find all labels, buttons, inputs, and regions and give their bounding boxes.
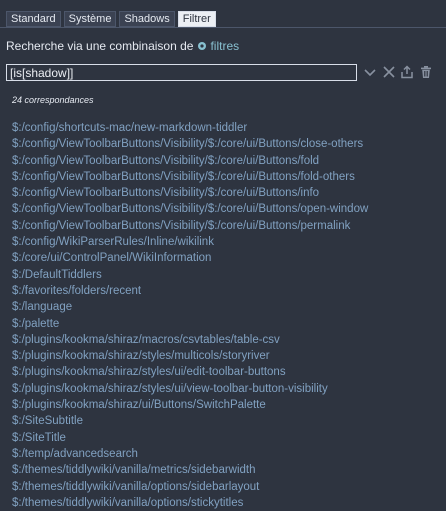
result-link[interactable]: $:/config/WikiParserRules/Inline/wikilin… [12, 234, 368, 250]
filter-input[interactable] [6, 64, 357, 81]
result-link[interactable]: $:/config/ViewToolbarButtons/Visibility/… [12, 185, 368, 201]
result-link[interactable]: $:/SiteTitle [12, 430, 368, 446]
export-icon[interactable] [399, 64, 415, 80]
result-link[interactable]: $:/SiteSubtitle [12, 413, 368, 429]
chevron-down-icon[interactable] [362, 64, 378, 80]
tab-shadows[interactable]: Shadows [119, 11, 175, 27]
result-list: $:/config/shortcuts-mac/new-markdown-tid… [12, 120, 368, 511]
filter-caption: Recherche via une combinaison de filtres [6, 39, 239, 53]
result-link[interactable]: $:/temp/advancedsearch [12, 446, 368, 462]
result-count: 24 correspondances [12, 95, 94, 105]
result-link[interactable]: $:/config/ViewToolbarButtons/Visibility/… [12, 169, 368, 185]
search-tabs: Standard Système Shadows Filtrer [6, 11, 216, 27]
result-link[interactable]: $:/config/ViewToolbarButtons/Visibility/… [12, 153, 368, 169]
result-link[interactable]: $:/plugins/kookma/shiraz/ui/Buttons/Swit… [12, 397, 368, 413]
result-link[interactable]: $:/plugins/kookma/shiraz/styles/ui/view-… [12, 381, 368, 397]
result-link[interactable]: $:/favorites/folders/recent [12, 283, 368, 299]
tab-bar-divider [0, 27, 446, 28]
result-link[interactable]: $:/palette [12, 316, 368, 332]
result-link[interactable]: $:/themes/tiddlywiki/vanilla/options/sti… [12, 495, 368, 511]
result-link[interactable]: $:/DefaultTiddlers [12, 267, 368, 283]
filter-caption-text: Recherche via une combinaison de [6, 39, 194, 53]
result-link[interactable]: $:/config/ViewToolbarButtons/Visibility/… [12, 218, 368, 234]
result-link[interactable]: $:/plugins/kookma/shiraz/styles/ui/edit-… [12, 364, 368, 380]
result-link[interactable]: $:/core/ui/ControlPanel/WikiInformation [12, 250, 368, 266]
result-link[interactable]: $:/config/ViewToolbarButtons/Visibility/… [12, 201, 368, 217]
result-link[interactable]: $:/config/shortcuts-mac/new-markdown-tid… [12, 120, 368, 136]
result-link[interactable]: $:/plugins/kookma/shiraz/styles/multicol… [12, 348, 368, 364]
trash-icon[interactable] [418, 64, 434, 80]
tab-filter[interactable]: Filtrer [177, 11, 216, 27]
tab-system[interactable]: Système [63, 11, 117, 27]
result-link[interactable]: $:/config/ViewToolbarButtons/Visibility/… [12, 136, 368, 152]
filters-link[interactable]: filtres [210, 39, 239, 53]
tab-standard[interactable]: Standard [6, 11, 61, 27]
result-link[interactable]: $:/themes/tiddlywiki/vanilla/metrics/sid… [12, 462, 368, 478]
gear-icon [197, 41, 207, 51]
close-icon[interactable] [381, 64, 397, 80]
result-link[interactable]: $:/language [12, 299, 368, 315]
result-link[interactable]: $:/plugins/kookma/shiraz/macros/csvtable… [12, 332, 368, 348]
result-link[interactable]: $:/themes/tiddlywiki/vanilla/options/sid… [12, 479, 368, 495]
